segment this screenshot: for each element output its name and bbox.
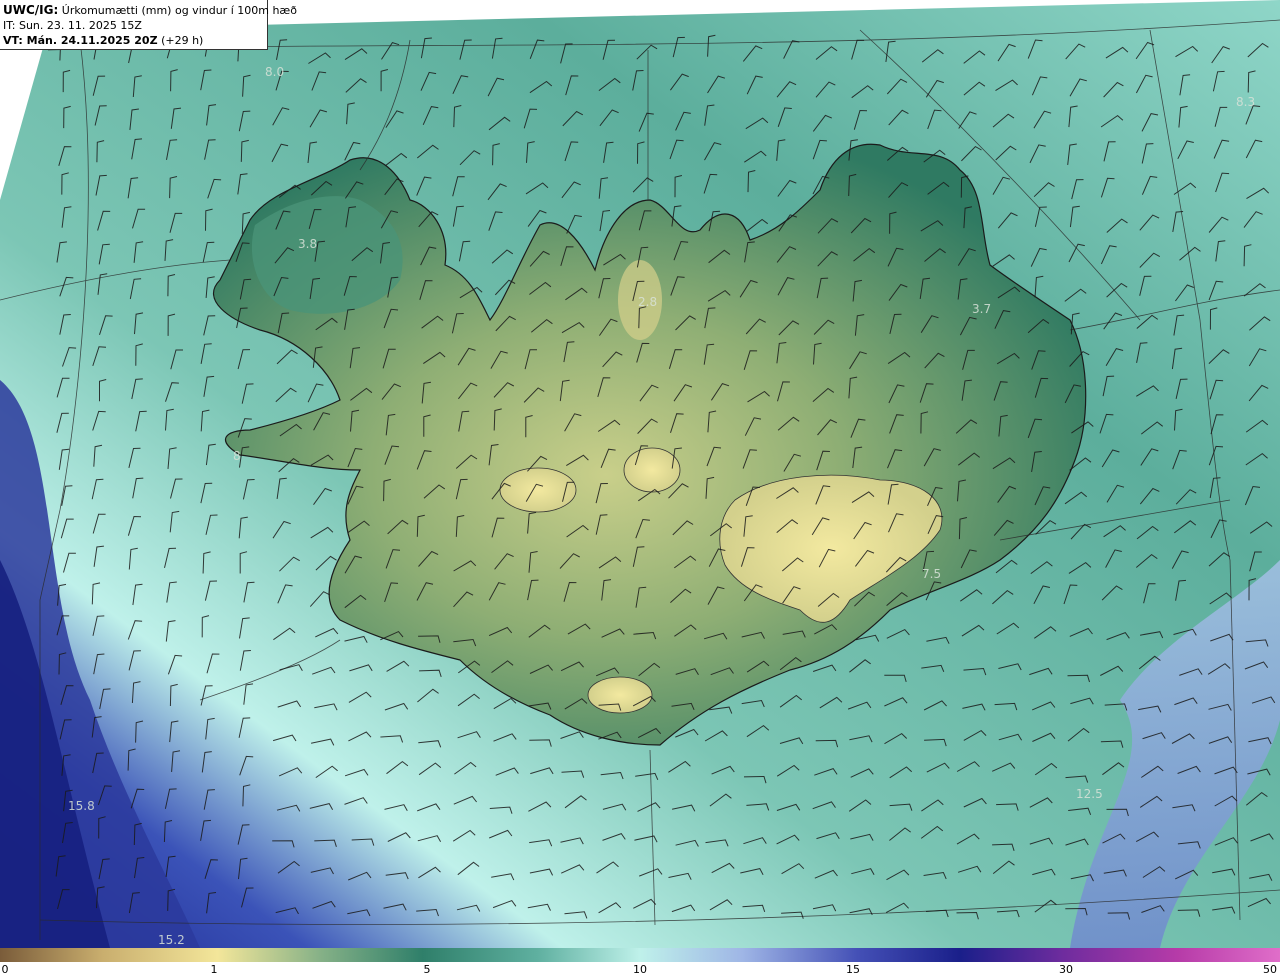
value-label: 2.8 (638, 295, 657, 309)
map-header: UWC/IG: Úrkomumætti (mm) og vindur í 100… (0, 0, 297, 50)
colorbar-labels: 0 1 5 10 15 30 50 (0, 962, 1280, 978)
value-label: 15.2 (158, 933, 185, 947)
value-label: 12.5 (1076, 787, 1103, 801)
valid-time: VT: Mán. 24.11.2025 20Z (3, 34, 158, 47)
value-label: 8.0 (265, 65, 284, 79)
colorbar-tick: 15 (846, 963, 860, 976)
precipitation-map: 8.0 8.3 3.8 2.8 3.7 8 7.5 15.8 12.5 15.2 (0, 0, 1280, 948)
colorbar (0, 948, 1280, 962)
valid-offset: (+29 h) (161, 34, 204, 47)
colorbar-tick: 0 (1, 963, 9, 976)
value-label: 15.8 (68, 799, 95, 813)
glacier-langjokull (499, 467, 577, 513)
colorbar-tick: 30 (1059, 963, 1073, 976)
init-time: IT: Sun. 23. 11. 2025 15Z (3, 19, 142, 32)
glacier-hofsjokull (623, 447, 681, 493)
value-label: 8.3 (1236, 95, 1255, 109)
colorbar-tick: 1 (210, 963, 218, 976)
model-name: UWC/IG: (3, 3, 59, 17)
colorbar-tick: 5 (423, 963, 431, 976)
map-title: Úrkomumætti (mm) og vindur í 100m hæð (61, 4, 297, 17)
value-label: 3.7 (972, 302, 991, 316)
colorbar-tick: 50 (1263, 963, 1277, 976)
value-label: 7.5 (922, 567, 941, 581)
colorbar-tick: 10 (633, 963, 647, 976)
value-label: 3.8 (298, 237, 317, 251)
value-label: 8 (233, 449, 241, 463)
